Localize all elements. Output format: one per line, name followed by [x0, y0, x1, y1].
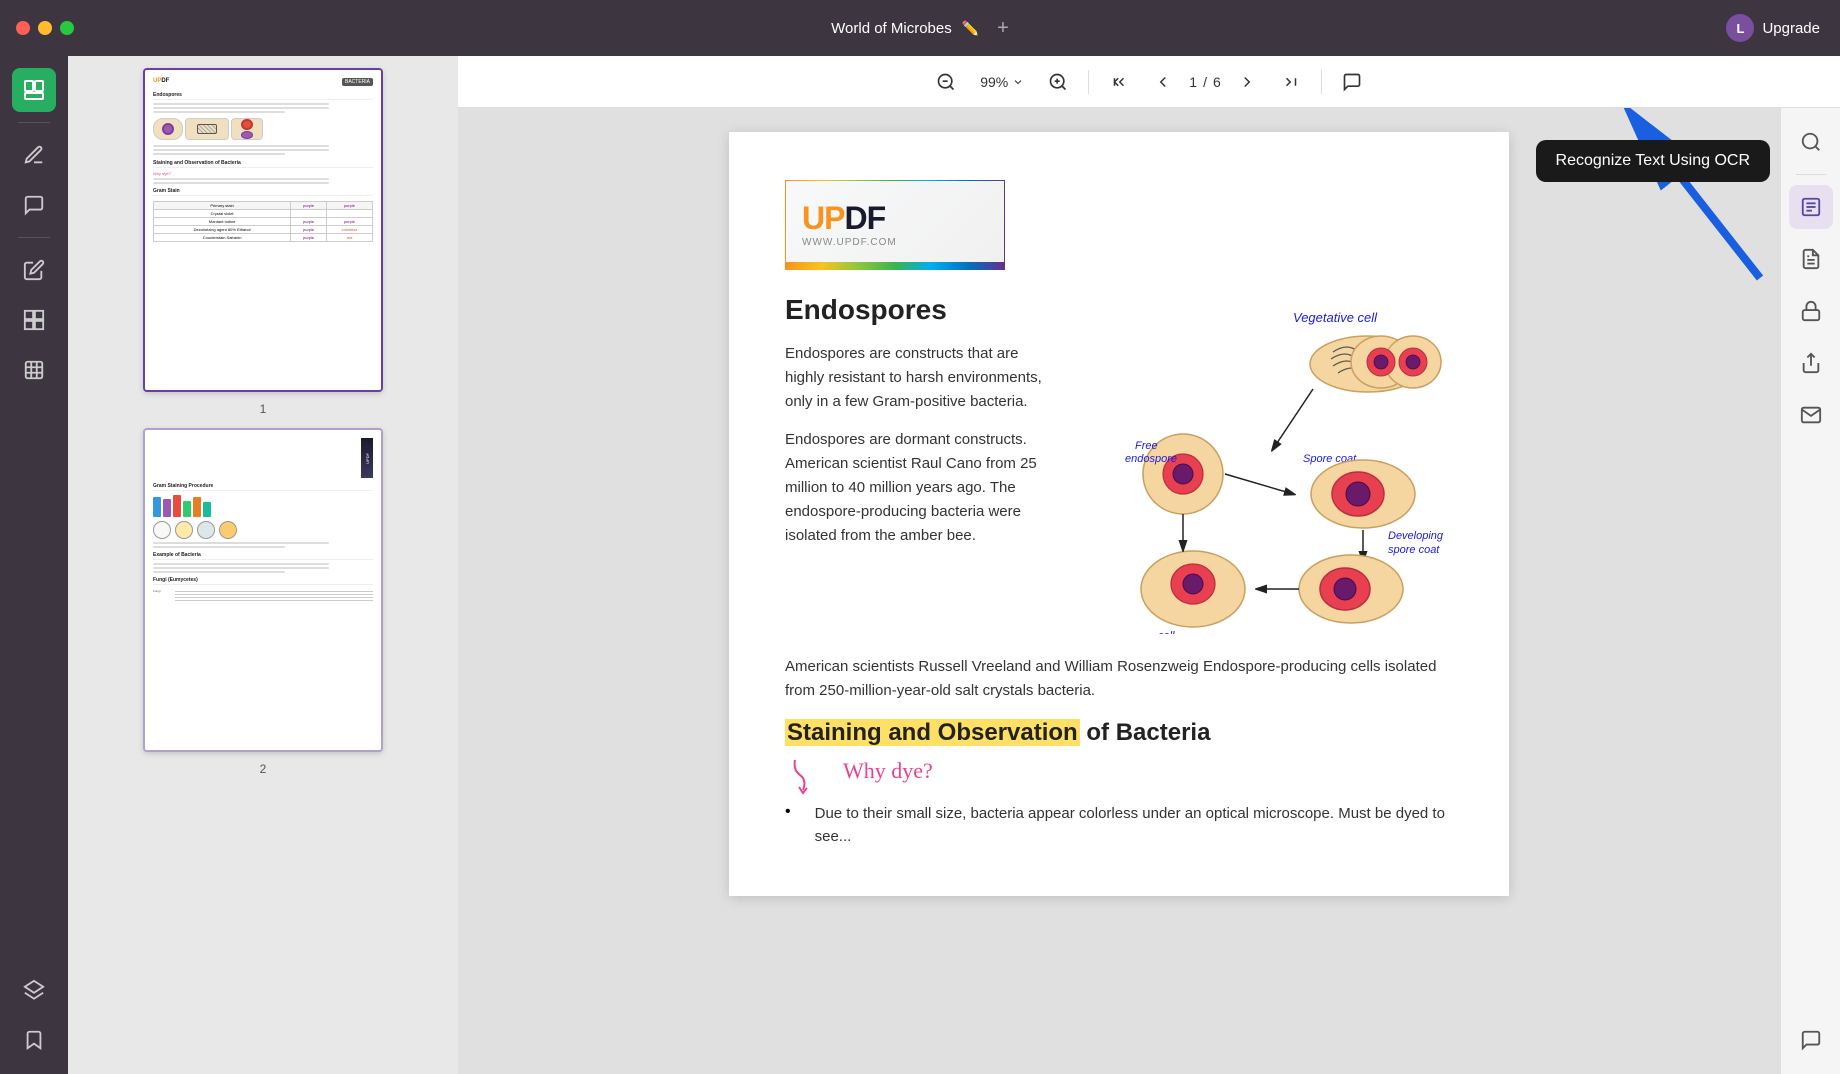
main-layout: UPDF BACTERIA Endospores [0, 56, 1840, 1074]
user-avatar[interactable]: L [1726, 14, 1754, 42]
sidebar-icon-comment[interactable] [12, 183, 56, 227]
sidebar-icon-reader[interactable] [12, 68, 56, 112]
para2: Endospores are dormant constructs. Ameri… [785, 428, 1049, 548]
endospores-title: Endospores [785, 294, 1049, 326]
updf-logo-section: UPDF WWW.UPDF.COM [785, 180, 1453, 270]
avatar-letter: L [1736, 21, 1744, 36]
bullet-text-content: Due to their small size, bacteria appear… [815, 803, 1453, 848]
minimize-button[interactable] [38, 21, 52, 35]
para1: Endospores are constructs that are highl… [785, 342, 1049, 414]
thumbnail-img-2: UPDF Gram Staining Procedure [145, 430, 381, 750]
thumbnail-frame-1[interactable]: UPDF BACTERIA Endospores [143, 68, 383, 392]
svg-text:Vegetative cell: Vegetative cell [1293, 310, 1378, 325]
staining-title-highlighted: Staining and Observation [785, 719, 1080, 746]
page-indicator: 1 / 6 [1189, 74, 1220, 90]
thumbnail-page-1: 1 [260, 402, 267, 416]
content-section: Endospores Endospores are constructs tha… [785, 294, 1453, 639]
svg-text:endospore: endospore [1125, 453, 1177, 465]
edit-title-icon[interactable]: ✏️ [962, 20, 979, 37]
staining-title-rest: of Bacteria [1086, 719, 1210, 746]
toolbar: 99% [458, 56, 1840, 108]
prev-page-button[interactable] [1145, 64, 1181, 100]
endospore-diagram-svg: Vegetative cell [1073, 294, 1453, 634]
right-tools-divider-1 [1796, 174, 1826, 175]
svg-text:Developing: Developing [1388, 530, 1444, 542]
sidebar-icon-protect[interactable] [12, 348, 56, 392]
comment-tool-button[interactable] [1789, 1018, 1833, 1062]
upgrade-button[interactable]: Upgrade [1762, 20, 1820, 37]
zoom-in-button[interactable] [1040, 64, 1076, 100]
zoom-display[interactable]: 99% [972, 70, 1032, 94]
comment-tool-icon [1800, 1029, 1822, 1051]
title-bar-center: World of Microbes ✏️ + [831, 17, 1009, 40]
why-dye-text: Why dye? [843, 758, 933, 784]
zoom-out-button[interactable] [928, 64, 964, 100]
first-page-button[interactable] [1101, 64, 1137, 100]
search-tool-button[interactable] [1789, 120, 1833, 164]
window-title: World of Microbes [831, 20, 952, 37]
secure-icon [1800, 300, 1822, 322]
title-bar-right: L Upgrade [1726, 14, 1820, 42]
secure-button[interactable] [1789, 289, 1833, 333]
last-page-button[interactable] [1273, 64, 1309, 100]
sidebar-icon-annotate[interactable] [12, 133, 56, 177]
pdf-and-tools: UPDF WWW.UPDF.COM Endospores Endospores … [458, 108, 1840, 1074]
text-column: Endospores Endospores are constructs tha… [785, 294, 1049, 639]
right-tools-panel: Recognize Text Using OCR [1780, 108, 1840, 1074]
sidebar-divider-2 [18, 237, 50, 238]
thumbnail-panel: UPDF BACTERIA Endospores [68, 56, 458, 1074]
email-icon [1800, 404, 1822, 426]
sidebar-divider-1 [18, 122, 50, 123]
left-sidebar [0, 56, 68, 1074]
share-icon [1800, 352, 1822, 374]
traffic-lights [16, 21, 74, 35]
share-button[interactable] [1789, 341, 1833, 385]
diagram-column: Vegetative cell [1073, 294, 1453, 639]
svg-text:spore coat: spore coat [1388, 544, 1440, 556]
sidebar-icon-layers[interactable] [12, 968, 56, 1012]
ocr-tool-button[interactable] [1789, 185, 1833, 229]
page-separator: / [1203, 74, 1207, 90]
pdf-viewer[interactable]: UPDF WWW.UPDF.COM Endospores Endospores … [458, 108, 1780, 1074]
maximize-button[interactable] [60, 21, 74, 35]
new-tab-button[interactable]: + [997, 17, 1009, 40]
sidebar-icon-edit[interactable] [12, 248, 56, 292]
thumbnail-img-1: UPDF BACTERIA Endospores [145, 70, 381, 390]
thumbnail-frame-2[interactable]: UPDF Gram Staining Procedure [143, 428, 383, 752]
updf-url: WWW.UPDF.COM [802, 237, 897, 248]
why-dye-container: Why dye? [785, 755, 1453, 795]
ocr-tooltip: Recognize Text Using OCR [1536, 140, 1770, 182]
toolbar-divider-1 [1088, 70, 1089, 94]
close-button[interactable] [16, 21, 30, 35]
ocr-tooltip-text: Recognize Text Using OCR [1556, 152, 1750, 169]
bullet-symbol: • [785, 803, 791, 821]
svg-text:cell: cell [1158, 630, 1175, 634]
toolbar-divider-2 [1321, 70, 1322, 94]
total-pages: 6 [1213, 74, 1221, 90]
comment-view-button[interactable] [1334, 64, 1370, 100]
sidebar-icon-bookmark[interactable] [12, 1018, 56, 1062]
ocr-icon [1800, 196, 1822, 218]
para3: American scientists Russell Vreeland and… [785, 655, 1453, 703]
current-page: 1 [1189, 74, 1197, 90]
pdf-page: UPDF WWW.UPDF.COM Endospores Endospores … [729, 132, 1509, 896]
convert-pdf-button[interactable] [1789, 237, 1833, 281]
staining-title: Staining and Observation of Bacteria [785, 719, 1453, 747]
why-dye-arrow-icon [785, 755, 835, 795]
thumbnail-page-2: 2 [260, 762, 267, 776]
content-area: 99% [458, 56, 1840, 1074]
bullet-item: • Due to their small size, bacteria appe… [785, 803, 1453, 848]
updf-logo-box: UPDF WWW.UPDF.COM [785, 180, 1005, 270]
staining-section: Staining and Observation of Bacteria Why… [785, 719, 1453, 848]
convert-pdf-icon [1800, 248, 1822, 270]
svg-text:Free: Free [1135, 440, 1158, 452]
sidebar-icon-organize[interactable] [12, 298, 56, 342]
email-button[interactable] [1789, 393, 1833, 437]
title-bar: World of Microbes ✏️ + L Upgrade [0, 0, 1840, 56]
next-page-button[interactable] [1229, 64, 1265, 100]
zoom-level: 99% [980, 74, 1008, 90]
thumbnail-2[interactable]: UPDF Gram Staining Procedure [143, 428, 383, 776]
updf-logo-text: UPDF [802, 200, 885, 237]
thumbnail-1[interactable]: UPDF BACTERIA Endospores [143, 68, 383, 416]
